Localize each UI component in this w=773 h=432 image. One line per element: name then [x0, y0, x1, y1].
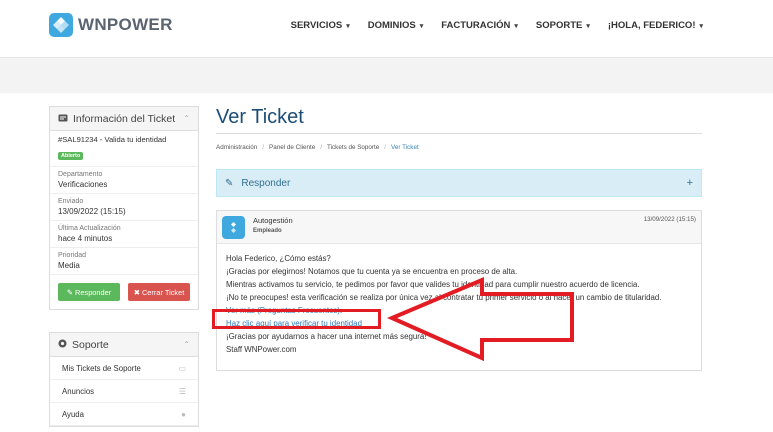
annotation-arrow-icon [386, 276, 574, 362]
